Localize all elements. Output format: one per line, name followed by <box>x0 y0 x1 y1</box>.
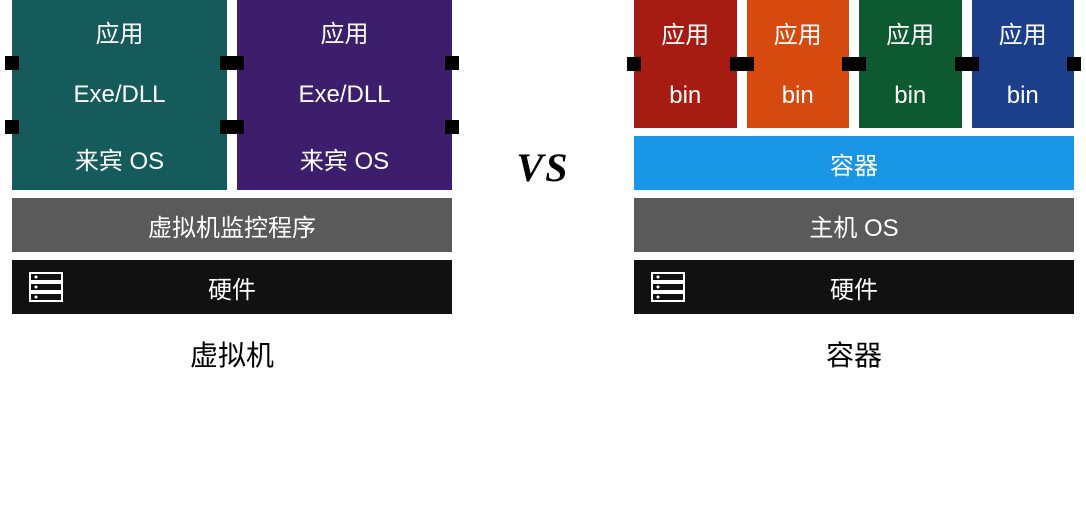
container-app-cell: 应用 <box>634 0 737 64</box>
container-app-cell: 应用 <box>972 0 1075 64</box>
container-bin-cell: bin <box>859 64 962 128</box>
container-app-cell: 应用 <box>859 0 962 64</box>
container-stack-4: 应用 bin <box>972 0 1075 128</box>
container-app-cell: 应用 <box>747 0 850 64</box>
container-stack-2: 应用 bin <box>747 0 850 128</box>
hardware-bar: 硬件 <box>12 260 452 314</box>
vm-stacks: 应用 Exe/DLL 来宾 OS 应用 Exe/DLL 来宾 OS <box>12 0 452 190</box>
vm-stack-1: 应用 Exe/DLL 来宾 OS <box>12 0 227 190</box>
container-bin-cell: bin <box>747 64 850 128</box>
container-side: 应用 bin 应用 bin 应用 bin 应用 bin 容器 主机 OS <box>622 0 1086 514</box>
vm-exe-cell: Exe/DLL <box>12 63 227 126</box>
container-infra: 主机 OS 硬件 <box>634 198 1074 314</box>
vm-guest-os-cell: 来宾 OS <box>12 127 227 190</box>
host-os-bar: 主机 OS <box>634 198 1074 252</box>
container-engine-bar: 容器 <box>634 136 1074 190</box>
vm-caption: 虚拟机 <box>12 314 452 374</box>
hypervisor-bar: 虚拟机监控程序 <box>12 198 452 252</box>
container-stack-3: 应用 bin <box>859 0 962 128</box>
vm-stack-2: 应用 Exe/DLL 来宾 OS <box>237 0 452 190</box>
vm-app-cell: 应用 <box>237 0 452 63</box>
vm-vs-container-diagram: 应用 Exe/DLL 来宾 OS 应用 Exe/DLL 来宾 OS 虚拟机监控程… <box>0 0 1086 514</box>
vm-infra: 虚拟机监控程序 硬件 <box>12 198 452 314</box>
vs-badge: VS <box>503 140 584 195</box>
container-stacks: 应用 bin 应用 bin 应用 bin 应用 bin <box>634 0 1074 128</box>
hardware-label: 硬件 <box>208 270 256 305</box>
container-caption: 容器 <box>634 314 1074 374</box>
container-bin-cell: bin <box>634 64 737 128</box>
server-icon <box>648 267 688 307</box>
hardware-bar: 硬件 <box>634 260 1074 314</box>
vm-app-cell: 应用 <box>12 0 227 63</box>
container-bin-cell: bin <box>972 64 1075 128</box>
vm-guest-os-cell: 来宾 OS <box>237 127 452 190</box>
vm-side: 应用 Exe/DLL 来宾 OS 应用 Exe/DLL 来宾 OS 虚拟机监控程… <box>0 0 622 514</box>
hardware-label: 硬件 <box>830 270 878 305</box>
container-stack-1: 应用 bin <box>634 0 737 128</box>
server-icon <box>26 267 66 307</box>
vm-exe-cell: Exe/DLL <box>237 63 452 126</box>
